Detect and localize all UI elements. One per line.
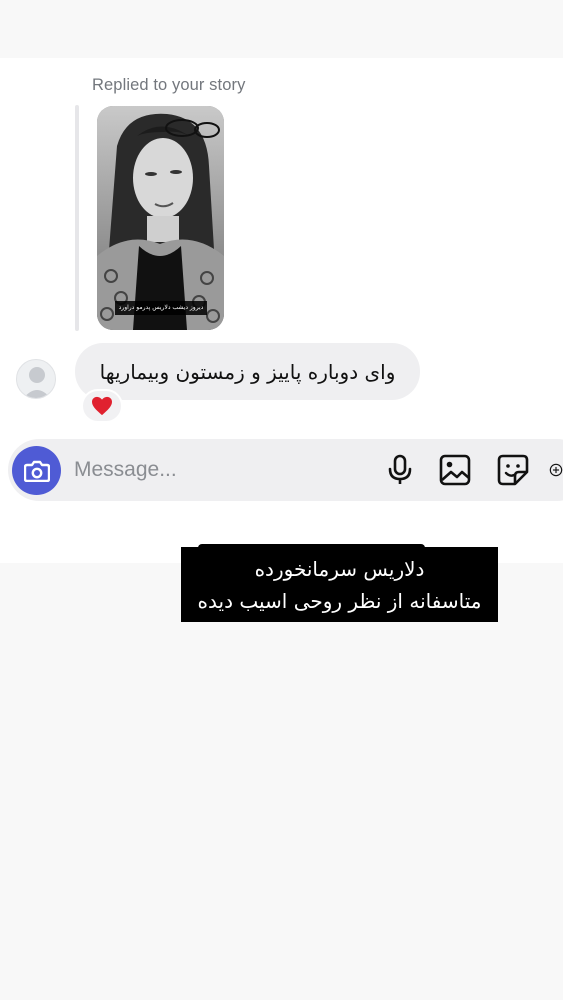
story-photo — [97, 106, 224, 330]
camera-button[interactable] — [12, 446, 61, 495]
subtitle-line-1: دلاریس سرمانخورده — [254, 557, 425, 581]
sticker-icon — [497, 454, 529, 486]
heart-icon — [92, 396, 112, 416]
add-button[interactable] — [549, 453, 563, 487]
camera-icon — [23, 460, 50, 482]
message-input[interactable] — [74, 452, 364, 488]
add-icon — [549, 463, 563, 477]
reaction-badge[interactable] — [81, 389, 123, 423]
message-text: وای دوباره پاییز و زمستون وبیماریها — [99, 359, 396, 384]
message-bubble[interactable]: وای دوباره پاییز و زمستون وبیماریها — [75, 343, 420, 400]
story-thumbnail[interactable]: دیروز دیشب دلاریس پدرمو دراورد — [97, 106, 224, 330]
story-caption: دیروز دیشب دلاریس پدرمو دراورد — [115, 301, 207, 315]
subtitle-overlay: دلاریس سرمانخورده متاسفانه از نظر روحی ا… — [181, 547, 498, 622]
top-area — [0, 0, 563, 58]
microphone-button[interactable] — [383, 453, 417, 487]
story-reply-label: Replied to your story — [92, 76, 246, 94]
default-avatar-icon — [23, 367, 51, 398]
subtitle-line-2: متاسفانه از نظر روحی اسیب دیده — [197, 589, 482, 613]
gallery-icon — [439, 454, 471, 486]
gallery-button[interactable] — [438, 453, 472, 487]
reply-indicator-bar — [75, 105, 79, 331]
avatar[interactable] — [16, 359, 56, 399]
microphone-icon — [388, 454, 412, 484]
sticker-button[interactable] — [496, 453, 530, 487]
